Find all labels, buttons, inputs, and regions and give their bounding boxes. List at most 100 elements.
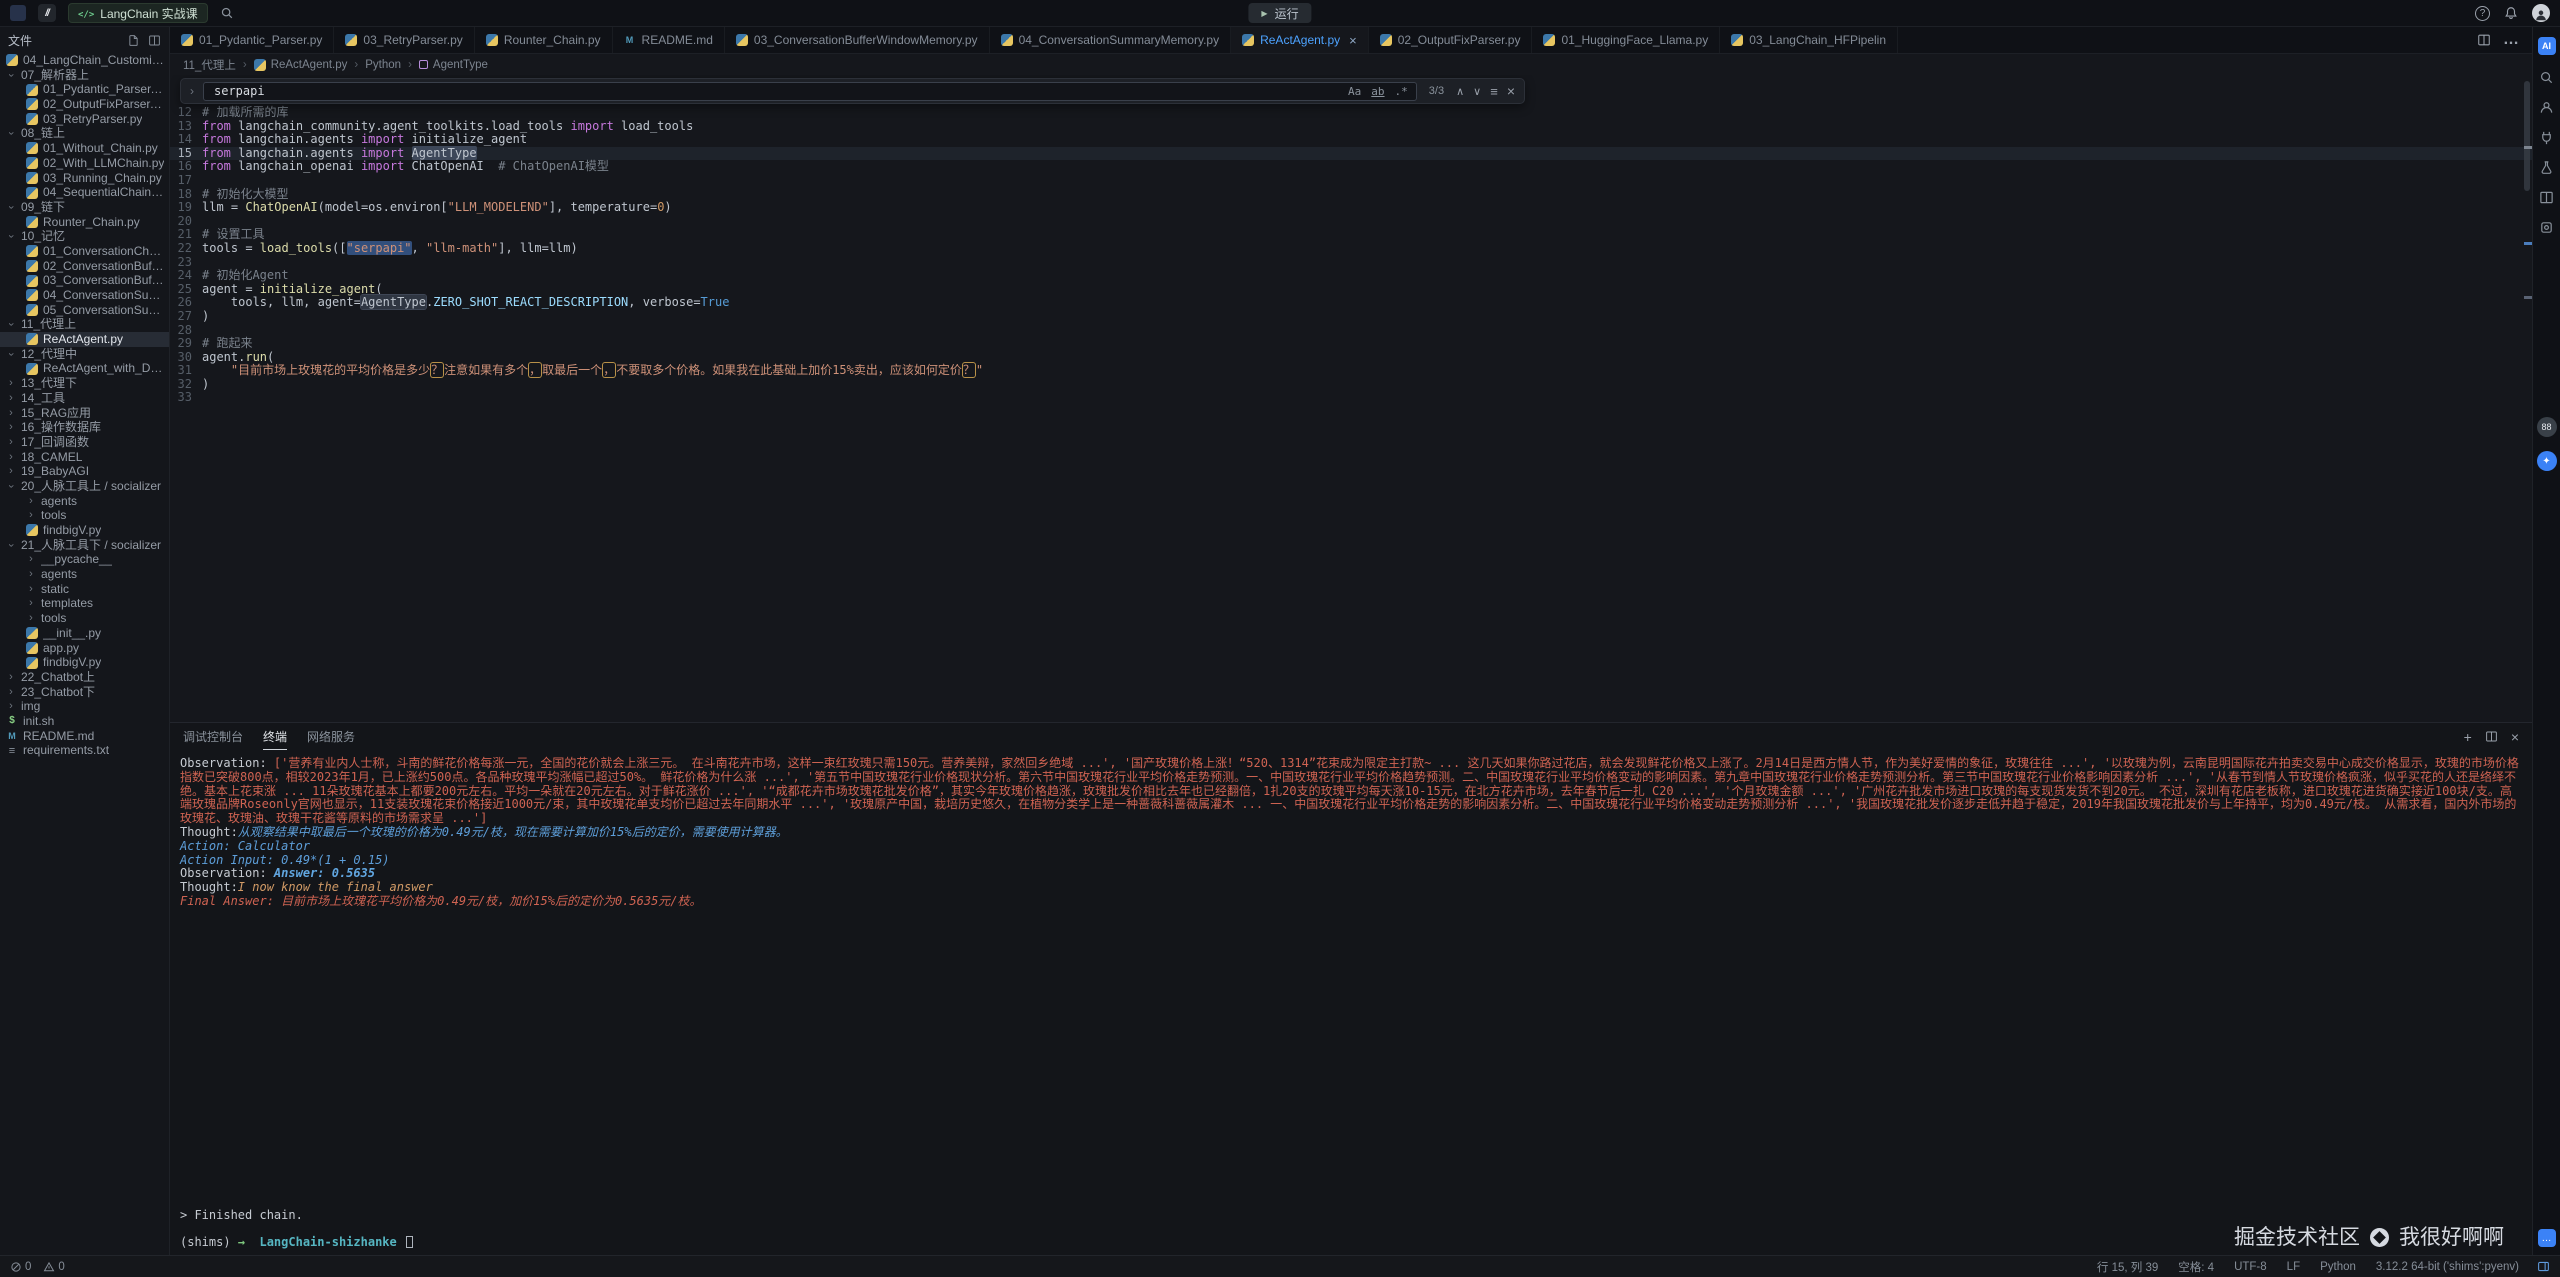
editor-tab[interactable]: 04_ConversationSummaryMemory.py bbox=[990, 27, 1232, 53]
terminal-output[interactable]: Observation: ['营养有业内人士称，斗南的鲜花价格每涨一元，全国的花… bbox=[170, 750, 2532, 1255]
tree-item[interactable]: 17_回调函数 bbox=[0, 435, 169, 450]
tree-item[interactable]: findbigV.py bbox=[0, 655, 169, 670]
tree-item[interactable]: 04_LangChain_CustomizeMod... bbox=[0, 53, 169, 68]
tree-item[interactable]: agents bbox=[0, 494, 169, 509]
code-line[interactable]: 29# 跑起来 bbox=[170, 337, 2532, 351]
tree-item[interactable]: 08_链上 bbox=[0, 126, 169, 141]
status-item[interactable]: LF bbox=[2287, 1261, 2300, 1273]
editor-tab[interactable]: README.md bbox=[613, 27, 725, 53]
code-line[interactable]: 21# 设置工具 bbox=[170, 228, 2532, 242]
code-line[interactable]: 14from langchain.agents import initializ… bbox=[170, 133, 2532, 147]
panel-tab-终端[interactable]: 终端 bbox=[263, 723, 287, 750]
tree-item[interactable]: __init__.py bbox=[0, 626, 169, 641]
status-item[interactable]: 3.12.2 64-bit ('shims':pyenv) bbox=[2376, 1261, 2519, 1273]
match-case-icon[interactable]: Aa bbox=[1348, 85, 1361, 98]
tree-item[interactable]: __pycache__ bbox=[0, 552, 169, 567]
help-icon[interactable]: ? bbox=[2475, 6, 2490, 21]
ai-helper-icon[interactable]: ✦ bbox=[2537, 451, 2557, 471]
code-line[interactable]: 13from langchain_community.agent_toolkit… bbox=[170, 120, 2532, 134]
code-line[interactable]: 18# 初始化大模型 bbox=[170, 188, 2532, 202]
ai-search-icon[interactable] bbox=[2539, 69, 2555, 85]
tree-item[interactable]: 05_ConversationSummaryBuff... bbox=[0, 303, 169, 318]
tree-item[interactable]: 10_记忆 bbox=[0, 229, 169, 244]
editor-tab[interactable]: 03_LangChain_HFPipelin bbox=[1720, 27, 1898, 53]
editor-tab[interactable]: 01_HuggingFace_Llama.py bbox=[1532, 27, 1720, 53]
tree-item[interactable]: ReActAgent_with_Debug.py bbox=[0, 361, 169, 376]
tree-item[interactable]: ReActAgent.py bbox=[0, 332, 169, 347]
tree-item[interactable]: 15_RAG应用 bbox=[0, 406, 169, 421]
test-flask-icon[interactable] bbox=[2539, 159, 2555, 175]
code-line[interactable]: 23 bbox=[170, 256, 2532, 270]
extensions-plug-icon[interactable] bbox=[2539, 129, 2555, 145]
tree-item[interactable]: 14_工具 bbox=[0, 391, 169, 406]
tree-item[interactable]: 19_BabyAGI bbox=[0, 464, 169, 479]
tree-item[interactable]: app.py bbox=[0, 641, 169, 656]
tree-item[interactable]: Rounter_Chain.py bbox=[0, 215, 169, 230]
tree-item[interactable]: 07_解析器上 bbox=[0, 68, 169, 83]
new-terminal-icon[interactable] bbox=[2464, 729, 2472, 745]
next-match-icon[interactable] bbox=[1473, 85, 1481, 98]
code-line[interactable]: 17 bbox=[170, 174, 2532, 188]
ide-logo-icon[interactable]: // bbox=[38, 4, 56, 22]
breadcrumb-item[interactable]: 11_代理上 bbox=[183, 57, 236, 73]
more-actions-icon[interactable] bbox=[2503, 31, 2520, 49]
notifications-bell-icon[interactable] bbox=[2504, 6, 2518, 20]
breadcrumb-item[interactable]: ReActAgent.py bbox=[254, 59, 348, 71]
tree-item[interactable]: 20_人脉工具上 / socializer bbox=[0, 479, 169, 494]
project-badge[interactable]: LangChain 实战课 bbox=[68, 3, 208, 23]
tree-item[interactable]: agents bbox=[0, 567, 169, 582]
find-input-box[interactable]: Aa ab .* bbox=[203, 82, 1417, 101]
tree-item[interactable]: findbigV.py bbox=[0, 523, 169, 538]
tree-item[interactable]: tools bbox=[0, 508, 169, 523]
editor-tab[interactable]: 03_ConversationBufferWindowMemory.py bbox=[725, 27, 990, 53]
close-find-icon[interactable] bbox=[1507, 83, 1515, 99]
tree-item[interactable]: 21_人脉工具下 / socializer bbox=[0, 538, 169, 553]
app-menu-icon[interactable] bbox=[10, 5, 26, 21]
code-editor[interactable]: Aa ab .* 3/3 12# 加载所需的库13from langchain_… bbox=[170, 75, 2532, 722]
find-toggle-icon[interactable] bbox=[190, 84, 194, 98]
find-in-selection-icon[interactable] bbox=[1490, 84, 1498, 99]
editor-tab[interactable]: ReActAgent.py bbox=[1231, 27, 1369, 53]
tree-item[interactable]: 11_代理上 bbox=[0, 317, 169, 332]
tree-item[interactable]: 12_代理中 bbox=[0, 347, 169, 362]
collapse-all-icon[interactable] bbox=[148, 34, 161, 47]
tree-item[interactable]: 09_链下 bbox=[0, 200, 169, 215]
code-line[interactable]: 20 bbox=[170, 215, 2532, 229]
breadcrumb-item[interactable]: AgentType bbox=[419, 59, 488, 71]
status-layout-icon[interactable] bbox=[2537, 1260, 2550, 1273]
user-avatar[interactable] bbox=[2532, 4, 2550, 22]
editor-scrollbar[interactable] bbox=[2524, 81, 2530, 191]
tree-item[interactable]: 13_代理下 bbox=[0, 376, 169, 391]
status-item[interactable]: UTF-8 bbox=[2234, 1261, 2267, 1273]
tree-item[interactable]: 03_ConversationBufferWindo... bbox=[0, 273, 169, 288]
split-panel-icon[interactable] bbox=[2485, 730, 2498, 743]
code-line[interactable]: 19llm = ChatOpenAI(model=os.environ["LLM… bbox=[170, 201, 2532, 215]
run-button[interactable]: 运行 bbox=[1248, 3, 1311, 23]
code-line[interactable]: 33 bbox=[170, 391, 2532, 405]
code-line[interactable]: 16from langchain_openai import ChatOpenA… bbox=[170, 160, 2532, 174]
tree-item[interactable]: templates bbox=[0, 596, 169, 611]
tree-item[interactable]: 16_操作数据库 bbox=[0, 420, 169, 435]
tree-item[interactable]: README.md bbox=[0, 729, 169, 744]
tree-item[interactable]: 01_ConversationChain.py bbox=[0, 244, 169, 259]
tree-item[interactable]: 01_Without_Chain.py bbox=[0, 141, 169, 156]
tree-item[interactable]: 18_CAMEL bbox=[0, 450, 169, 465]
tree-item[interactable]: 23_Chatbot下 bbox=[0, 685, 169, 700]
code-line[interactable]: 27) bbox=[170, 310, 2532, 324]
tree-item[interactable]: 03_Running_Chain.py bbox=[0, 171, 169, 186]
status-item[interactable]: 行 15, 列 39 bbox=[2097, 1259, 2158, 1275]
layout-icon[interactable] bbox=[2539, 189, 2555, 205]
support-chat-icon[interactable]: … bbox=[2538, 1229, 2556, 1247]
code-line[interactable]: 22tools = load_tools(["serpapi", "llm-ma… bbox=[170, 242, 2532, 256]
panel-tab-网络服务[interactable]: 网络服务 bbox=[307, 723, 355, 750]
tree-item[interactable]: requirements.txt bbox=[0, 743, 169, 758]
editor-tab[interactable]: 03_RetryParser.py bbox=[334, 27, 474, 53]
tree-item[interactable]: 03_RetryParser.py bbox=[0, 112, 169, 127]
tree-item[interactable]: 04_ConversationSummaryMe... bbox=[0, 288, 169, 303]
code-line[interactable]: 15from langchain.agents import AgentType bbox=[170, 147, 2532, 161]
code-line[interactable]: 28 bbox=[170, 324, 2532, 338]
status-item[interactable]: Python bbox=[2320, 1261, 2356, 1273]
close-panel-icon[interactable] bbox=[2511, 729, 2519, 745]
account-icon[interactable] bbox=[2539, 99, 2555, 115]
device-icon[interactable] bbox=[2539, 219, 2555, 235]
